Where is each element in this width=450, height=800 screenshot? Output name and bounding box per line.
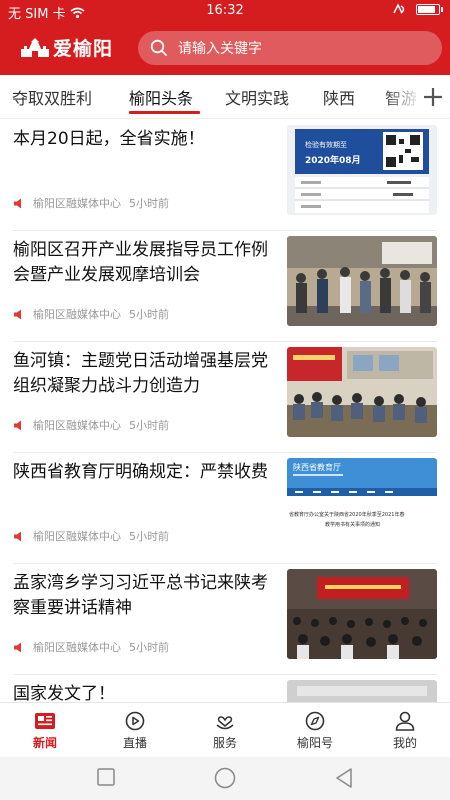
news-item[interactable]: 陕西省教育厅明确规定：严禁收费 榆阳区融媒体中心 5小时前 陕西省教育厅 省教育… — [0, 453, 450, 564]
tab-label: 我的 — [392, 736, 417, 750]
news-title: 孟家湾乡学习习近平总书记来陕考察重要讲话精神 — [13, 573, 268, 618]
svg-text:陕西省教育厅: 陕西省教育厅 — [293, 462, 341, 472]
tab-label: 新闻 — [32, 736, 57, 750]
news-item[interactable]: 鱼河镇：主题党日活动增强基层党组织凝聚力战斗力创造力 榆阳区融媒体中心 5小时前 — [0, 342, 450, 453]
news-thumbnail[interactable]: 检验有效期至 2020年08月 — [287, 125, 437, 215]
news-thumbnail[interactable] — [287, 347, 437, 437]
app-logo[interactable]: 爱榆阳 — [20, 34, 113, 61]
profile-icon — [395, 711, 415, 731]
news-thumbnail[interactable] — [287, 236, 437, 326]
document-photo — [287, 680, 437, 702]
news-meta: 榆阳区融媒体中心 5小时前 — [13, 306, 169, 322]
svg-text:检验有效期至: 检验有效期至 — [305, 140, 347, 149]
news-source: 榆阳区融媒体中心 — [33, 197, 121, 210]
tab-yuyang-headlines[interactable]: 榆阳头条 — [129, 85, 193, 109]
add-channel-button[interactable] — [416, 75, 450, 118]
news-source: 榆阳区融媒体中心 — [33, 641, 121, 654]
clock-text: 16:32 — [206, 3, 244, 18]
speaker-icon[interactable] — [13, 198, 25, 209]
news-thumbnail[interactable] — [287, 680, 437, 702]
speaker-icon[interactable] — [13, 309, 25, 320]
tab-service[interactable]: 服务 — [190, 711, 260, 751]
speaker-icon[interactable] — [13, 531, 25, 542]
tab-label: 榆阳号 — [296, 736, 333, 750]
meeting-room-photo — [287, 347, 437, 437]
news-thumbnail[interactable] — [287, 569, 437, 659]
news-title: 鱼河镇：主题党日活动增强基层党组织凝聚力战斗力创造力 — [13, 351, 268, 396]
news-time: 5小时前 — [129, 641, 169, 654]
plus-icon — [424, 87, 442, 106]
compass-icon — [305, 711, 325, 731]
city-wall-logo-icon — [21, 37, 49, 57]
news-item[interactable]: 孟家湾乡学习习近平总书记来陕考察重要讲话精神 榆阳区融媒体中心 5小时前 — [0, 564, 450, 675]
tab-civilization-practice[interactable]: 文明实践 — [225, 85, 289, 109]
news-time: 5小时前 — [129, 419, 169, 432]
news-meta: 榆阳区融媒体中心 5小时前 — [13, 639, 169, 655]
tab-news[interactable]: 新闻 — [10, 711, 80, 751]
svg-text:省教育厅办公室关于陕西省2020年秋季至2021年春: 省教育厅办公室关于陕西省2020年秋季至2021年春 — [289, 511, 404, 518]
education-website-image: 陕西省教育厅 省教育厅办公室关于陕西省2020年秋季至2021年春 教学用书有关… — [287, 458, 437, 548]
search-bar[interactable]: 请输入关键字 — [138, 31, 442, 65]
category-tabs: 夺取双胜利 榆阳头条 文明实践 陕西 智游 — [0, 75, 450, 119]
news-meta: 榆阳区融媒体中心 5小时前 — [13, 417, 169, 433]
news-meta: 榆阳区融媒体中心 5小时前 — [13, 195, 169, 211]
app-header: 无 SIM 卡 16:32 爱榆阳 请输入关键字 — [0, 0, 450, 75]
status-right — [392, 3, 443, 15]
news-title: 榆阳区召开产业发展指导员工作例会暨产业发展观摩培训会 — [13, 240, 268, 285]
status-bar: 无 SIM 卡 16:32 — [0, 0, 450, 22]
news-source: 榆阳区融媒体中心 — [33, 419, 121, 432]
news-thumbnail[interactable]: 陕西省教育厅 省教育厅办公室关于陕西省2020年秋季至2021年春 教学用书有关… — [287, 458, 437, 548]
news-title: 本月20日起，全省实施！ — [13, 129, 205, 149]
home-icon[interactable] — [213, 767, 237, 789]
system-nav-bar — [0, 757, 450, 800]
tab-label: 服务 — [212, 736, 237, 750]
warehouse-group-photo — [287, 236, 437, 326]
news-item[interactable]: 国家发文了！ — [0, 675, 450, 702]
news-source: 榆阳区融媒体中心 — [33, 530, 121, 543]
news-item[interactable]: 本月20日起，全省实施！ 榆阳区融媒体中心 5小时前 检验有效期至 2020年0… — [0, 120, 450, 231]
back-icon[interactable] — [334, 767, 354, 789]
news-title: 国家发文了！ — [13, 684, 115, 702]
recent-apps-icon[interactable] — [96, 767, 116, 787]
tab-mine[interactable]: 我的 — [370, 711, 440, 751]
tab-label: 直播 — [122, 736, 147, 750]
news-time: 5小时前 — [129, 308, 169, 321]
svg-text:2020年08月: 2020年08月 — [305, 154, 361, 166]
news-title: 陕西省教育厅明确规定：严禁收费 — [13, 462, 268, 482]
logo-text: 爱榆阳 — [53, 38, 114, 60]
news-icon — [35, 713, 55, 729]
battery-icon — [416, 3, 443, 15]
tab-yuyang-account[interactable]: 榆阳号 — [280, 711, 350, 751]
speaker-icon[interactable] — [13, 642, 25, 653]
service-heart-icon — [216, 716, 234, 730]
news-item[interactable]: 榆阳区召开产业发展指导员工作例会暨产业发展观摩培训会 榆阳区融媒体中心 5小时前 — [0, 231, 450, 342]
speaker-icon[interactable] — [13, 420, 25, 431]
news-source: 榆阳区融媒体中心 — [33, 308, 121, 321]
search-placeholder: 请输入关键字 — [178, 41, 262, 57]
news-meta: 榆阳区融媒体中心 5小时前 — [13, 528, 169, 544]
news-feed[interactable]: 本月20日起，全省实施！ 榆阳区融媒体中心 5小时前 检验有效期至 2020年0… — [0, 120, 450, 702]
tab-live[interactable]: 直播 — [100, 711, 170, 751]
tab-shaanxi[interactable]: 陕西 — [323, 85, 355, 109]
hd-signal-icon — [393, 3, 405, 14]
news-time: 5小时前 — [129, 197, 169, 210]
conference-hall-photo — [287, 569, 437, 659]
svg-text:教学用书有关事项的通知: 教学用书有关事项的通知 — [325, 521, 380, 528]
bottom-tab-bar: 新闻 直播 服务 榆阳号 我的 — [0, 702, 450, 757]
inspection-label-image: 检验有效期至 2020年08月 — [287, 125, 437, 215]
tab-fight-double-victory[interactable]: 夺取双胜利 — [12, 85, 92, 109]
active-tab-indicator — [129, 111, 200, 114]
news-time: 5小时前 — [129, 530, 169, 543]
live-play-icon — [125, 711, 145, 731]
search-icon — [150, 39, 167, 56]
